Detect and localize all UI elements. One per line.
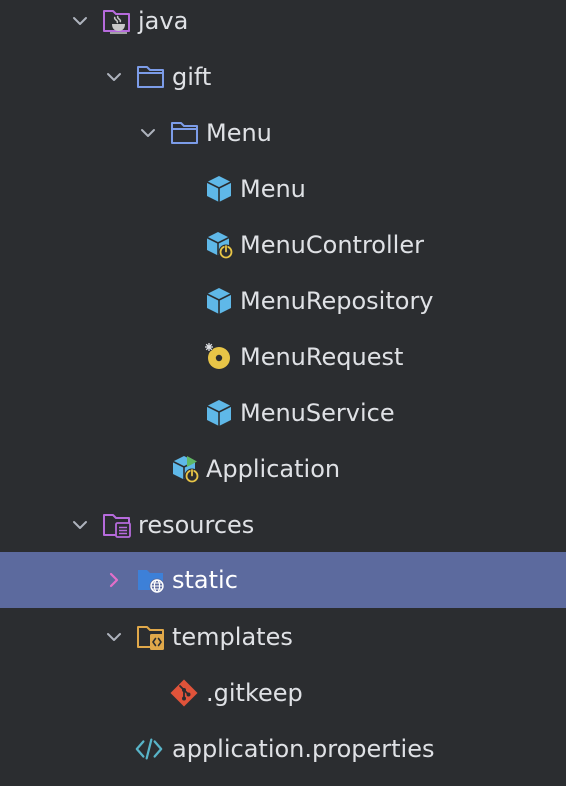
tree-row-templates[interactable]: templates (0, 609, 566, 665)
tree-row-gift[interactable]: gift (0, 49, 566, 105)
tree-row-menuservice[interactable]: MenuService (0, 385, 566, 441)
class-icon (206, 400, 232, 426)
tree-row-label: java (138, 7, 189, 35)
resources-folder-icon (103, 514, 131, 538)
tree-row-label: MenuRequest (240, 343, 404, 371)
git-file-icon (170, 679, 198, 707)
spring-boot-application-icon (172, 456, 200, 484)
tree-row-menu-package[interactable]: Menu (0, 105, 566, 161)
tree-row-label: MenuService (240, 399, 395, 427)
chevron-down-icon[interactable] (104, 627, 124, 647)
class-icon (206, 288, 232, 314)
tree-row-resources[interactable]: resources (0, 497, 566, 553)
tree-row-menu-class[interactable]: Menu (0, 161, 566, 217)
tree-row-menurequest[interactable]: MenuRequest (0, 329, 566, 385)
tree-row-label: resources (138, 511, 255, 539)
tree-row-label: MenuController (240, 231, 424, 259)
record-icon (204, 342, 230, 369)
web-folder-icon (138, 570, 165, 594)
package-folder-icon (137, 66, 164, 88)
package-folder-icon (171, 122, 198, 144)
tree-row-menucontroller[interactable]: MenuController (0, 217, 566, 273)
templates-folder-icon (137, 626, 164, 650)
tree-row-label: templates (172, 623, 293, 651)
chevron-right-icon[interactable] (104, 570, 124, 590)
tree-row-application-properties[interactable]: application.properties (0, 721, 566, 777)
tree-row-label: application.properties (172, 735, 435, 763)
tree-row-application[interactable]: Application (0, 441, 566, 497)
tree-row-label: gift (172, 63, 212, 91)
tree-row-label: Application (206, 455, 341, 483)
tree-row-label: Menu (240, 175, 306, 203)
spring-bean-class-icon (206, 232, 234, 260)
tree-row-label: static (172, 566, 238, 594)
java-source-folder-icon (103, 10, 130, 34)
chevron-down-icon[interactable] (70, 11, 90, 31)
tree-row-label: .gitkeep (206, 679, 303, 707)
tree-row-java[interactable]: java (0, 0, 566, 49)
tree-row-label: MenuRepository (240, 287, 434, 315)
tree-row-gitkeep[interactable]: .gitkeep (0, 665, 566, 721)
properties-file-icon (135, 738, 163, 760)
project-tree: java gift Menu Menu MenuController MenuR… (0, 0, 566, 786)
class-icon (206, 176, 232, 202)
tree-row-menurepository[interactable]: MenuRepository (0, 273, 566, 329)
chevron-down-icon[interactable] (70, 515, 90, 535)
tree-row-static[interactable]: static (0, 552, 566, 608)
tree-row-label: Menu (206, 119, 272, 147)
chevron-down-icon[interactable] (138, 123, 158, 143)
chevron-down-icon[interactable] (104, 67, 124, 87)
